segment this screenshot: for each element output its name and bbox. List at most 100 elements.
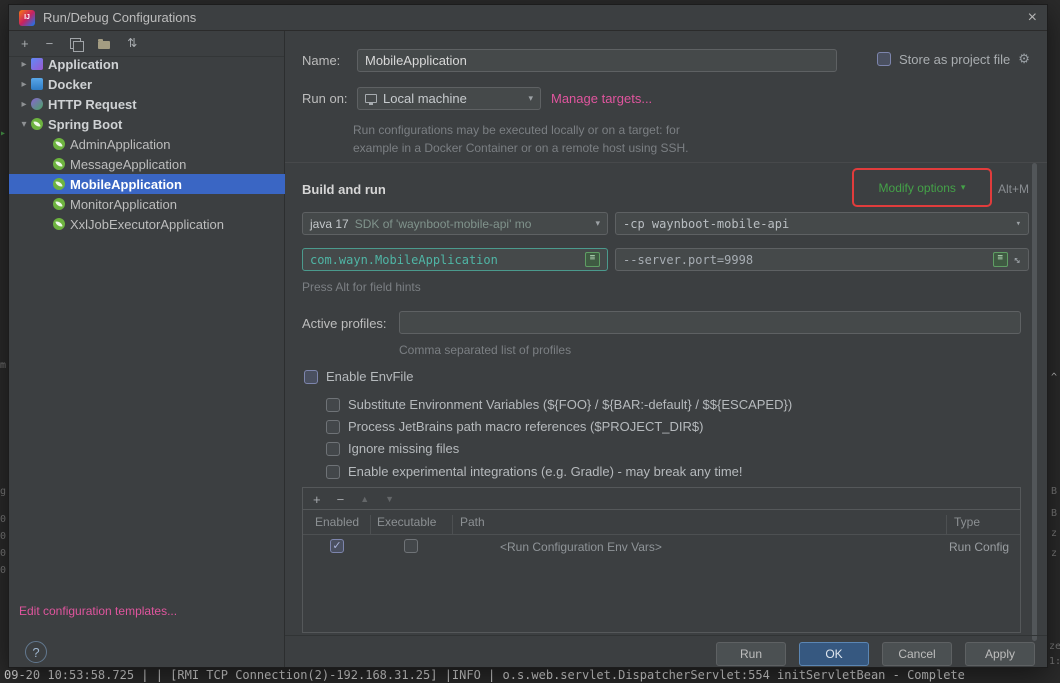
active-profiles-hint: Comma separated list of profiles <box>399 343 572 357</box>
add-configuration-icon[interactable]: + <box>21 37 29 50</box>
ok-button[interactable]: OK <box>799 642 869 666</box>
store-as-project-file-checkbox[interactable] <box>877 52 891 66</box>
application-type-icon <box>31 58 43 70</box>
envfile-table: Enabled Executable Path Type ✓ <Run Conf… <box>302 509 1021 633</box>
sidebar-item-monitor-application[interactable]: MonitorApplication <box>9 194 285 214</box>
chevron-down-icon[interactable]: ▾ <box>17 119 31 130</box>
column-header-enabled: Enabled <box>315 515 360 529</box>
envfile-option-row: Enable experimental integrations (e.g. G… <box>326 464 743 479</box>
dialog-buttons: Run OK Cancel Apply <box>716 642 1035 666</box>
chevron-right-icon[interactable]: ▸ <box>17 79 31 90</box>
run-debug-configurations-dialog: IJ Run/Debug Configurations × + − ⇅ ▸ Ap… <box>8 4 1048 668</box>
store-as-project-file-row: Store as project file ⚙ <box>877 51 1030 67</box>
name-label: Name: <box>302 53 341 68</box>
active-profiles-input[interactable] <box>399 311 1021 334</box>
jre-detail: SDK of 'waynboot-mobile-api' mo <box>354 216 532 231</box>
background-fragment: 0 <box>0 514 7 525</box>
sort-configurations-icon[interactable]: ⇅ <box>127 37 137 50</box>
move-down-icon[interactable]: ▼ <box>385 494 394 504</box>
edit-templates-link[interactable]: Edit configuration templates... <box>19 604 177 618</box>
jre-combobox[interactable]: java 17 SDK of 'waynboot-mobile-api' mo … <box>302 212 608 235</box>
footer-separator <box>285 635 1047 636</box>
envfile-table-toolbar: + − ▲ ▼ <box>302 487 1021 510</box>
path-macros-label: Process JetBrains path macro references … <box>348 419 704 434</box>
run-on-help-line1: Run configurations may be executed local… <box>353 123 680 137</box>
sidebar-item-message-application[interactable]: MessageApplication <box>9 154 285 174</box>
column-header-type: Type <box>954 515 981 529</box>
sidebar-item-label: AdminApplication <box>70 136 171 152</box>
background-fragment: z <box>1051 548 1058 559</box>
column-separator <box>946 515 947 534</box>
add-env-file-icon[interactable]: + <box>313 493 321 506</box>
move-up-icon[interactable]: ▲ <box>360 494 369 504</box>
row-enabled-checkbox[interactable]: ✓ <box>330 539 344 553</box>
remove-env-file-icon[interactable]: − <box>337 493 345 506</box>
enable-envfile-checkbox[interactable] <box>304 369 318 384</box>
expand-field-icon[interactable]: ↔ <box>1010 252 1025 267</box>
dropdown-arrow-icon[interactable]: ▾ <box>1010 219 1021 229</box>
chevron-right-icon[interactable]: ▸ <box>17 99 31 110</box>
section-separator <box>285 162 1047 163</box>
chevron-down-icon[interactable]: ▾ <box>961 182 966 193</box>
help-icon[interactable]: ? <box>25 641 47 663</box>
gear-icon[interactable]: ⚙ <box>1018 51 1030 67</box>
copy-configuration-icon[interactable] <box>70 38 85 52</box>
substitute-env-vars-label: Substitute Environment Variables (${FOO}… <box>348 397 793 412</box>
close-icon[interactable]: × <box>1028 9 1037 26</box>
envfile-table-row[interactable]: ✓ <Run Configuration Env Vars> Run Confi… <box>303 535 1020 559</box>
column-separator <box>370 515 371 534</box>
sidebar-item-admin-application[interactable]: AdminApplication <box>9 134 285 154</box>
background-fragment: 0 <box>0 531 7 542</box>
annotation-red-box: Modify options ▾ <box>852 168 992 207</box>
background-fragment: B <box>1051 508 1058 519</box>
name-input[interactable] <box>357 49 837 72</box>
row-type-value: Run Config <box>949 540 1010 554</box>
program-arguments-field[interactable]: --server.port=9998 ≡ ↔ <box>615 248 1029 271</box>
substitute-env-vars-checkbox[interactable] <box>326 397 340 412</box>
modify-options-link[interactable]: Modify options <box>879 181 956 195</box>
background-fragment: ▸ <box>0 128 7 139</box>
sidebar-item-label: MonitorApplication <box>70 196 177 212</box>
sidebar-item-mobile-application-selected[interactable]: MobileApplication <box>9 174 285 194</box>
row-executable-checkbox[interactable] <box>404 539 418 553</box>
experimental-integrations-label: Enable experimental integrations (e.g. G… <box>348 464 743 479</box>
experimental-integrations-checkbox[interactable] <box>326 464 340 479</box>
sidebar-item-xxljob-executor-application[interactable]: XxlJobExecutorApplication <box>9 214 285 234</box>
path-macros-checkbox[interactable] <box>326 419 340 434</box>
configuration-editor-panel: Name: Store as project file ⚙ Run on: Lo… <box>285 31 1047 667</box>
classpath-combobox[interactable]: -cp waynboot-mobile-api ▾ <box>615 212 1029 235</box>
background-fragment: z <box>1051 528 1058 539</box>
intellij-logo-icon: IJ <box>19 9 35 26</box>
cancel-button[interactable]: Cancel <box>882 642 952 666</box>
move-to-folder-icon[interactable] <box>98 38 111 49</box>
chevron-right-icon[interactable]: ▸ <box>17 59 31 70</box>
background-fragment: 1: <box>1049 656 1060 667</box>
apply-button[interactable]: Apply <box>965 642 1035 666</box>
dropdown-arrow-icon[interactable]: ▾ <box>522 93 533 104</box>
run-on-help-line2: example in a Docker Container or on a re… <box>353 141 689 155</box>
sidebar-item-docker[interactable]: ▸ Docker <box>9 74 285 94</box>
background-fragment: 0 <box>0 565 7 576</box>
monitor-icon <box>365 94 377 105</box>
column-header-path: Path <box>460 515 485 529</box>
main-class-field[interactable]: com.wayn.MobileApplication ≡ <box>302 248 608 271</box>
vertical-scrollbar[interactable] <box>1032 163 1037 641</box>
field-hints-text: Press Alt for field hints <box>302 280 421 294</box>
active-profiles-label: Active profiles: <box>302 316 387 331</box>
classpath-value: -cp waynboot-mobile-api <box>623 216 790 231</box>
sidebar-item-label: XxlJobExecutorApplication <box>70 216 224 232</box>
open-in-editor-icon[interactable]: ≡ <box>992 252 1008 267</box>
sidebar-item-spring-boot[interactable]: ▾ Spring Boot <box>9 114 285 134</box>
dropdown-arrow-icon[interactable]: ▾ <box>589 218 600 229</box>
browse-class-icon[interactable]: ≡ <box>585 252 600 267</box>
manage-targets-link[interactable]: Manage targets... <box>551 91 652 106</box>
sidebar-item-application[interactable]: ▸ Application <box>9 54 285 74</box>
background-fragment: ^ <box>1051 372 1058 383</box>
run-button[interactable]: Run <box>716 642 786 666</box>
run-on-combobox[interactable]: Local machine ▾ <box>357 87 541 110</box>
ignore-missing-files-checkbox[interactable] <box>326 441 340 456</box>
sidebar-item-label: Docker <box>48 76 93 92</box>
sidebar-item-http-request[interactable]: ▸ HTTP Request <box>9 94 285 114</box>
http-request-icon <box>31 98 43 110</box>
remove-configuration-icon[interactable]: − <box>46 37 54 50</box>
